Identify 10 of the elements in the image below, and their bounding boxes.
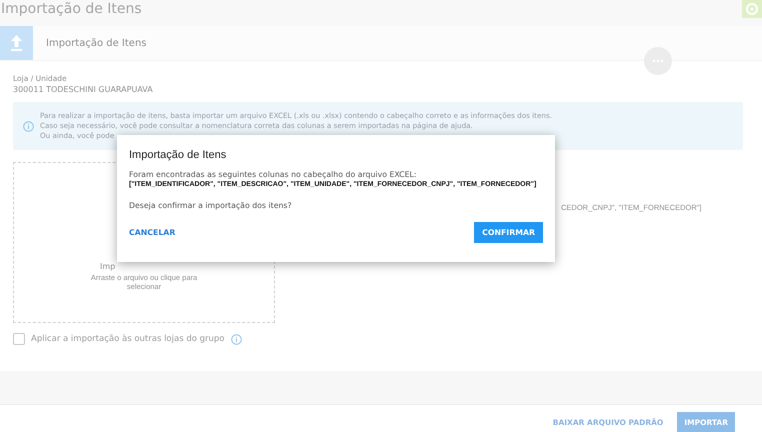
dropzone-title: Imp: [100, 262, 116, 271]
field-value: 300011 TODESCHINI GUARAPUAVA: [13, 85, 154, 94]
checkbox[interactable]: [13, 333, 25, 345]
page-title: Importação de Itens: [0, 0, 142, 18]
section-title: Importação de Itens: [46, 38, 146, 48]
checkbox-label: Aplicar a importação às outras lojas do grupo: [31, 334, 225, 344]
support-icon[interactable]: [742, 0, 762, 18]
info-icon[interactable]: [230, 334, 242, 344]
dialog-title: Importação de Itens: [129, 149, 228, 161]
info-icon: [23, 120, 34, 132]
